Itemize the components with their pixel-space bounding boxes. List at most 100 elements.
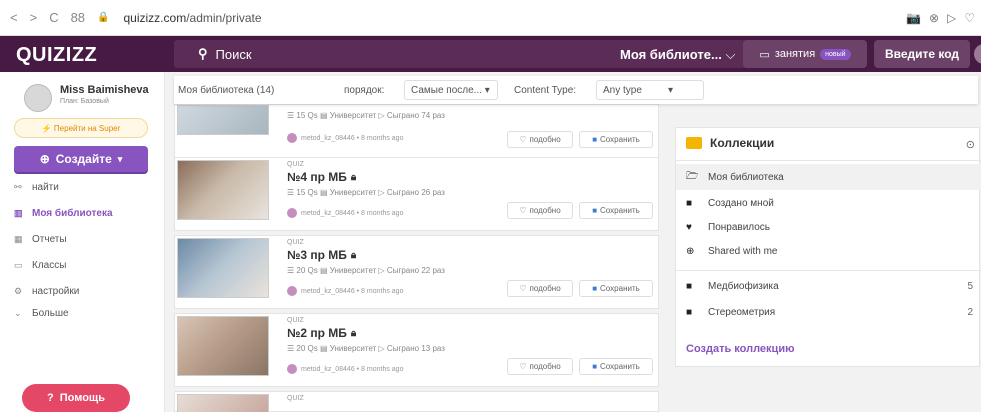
- quizizz-logo[interactable]: QUIZIZZ: [16, 44, 97, 67]
- sidebar-item-find[interactable]: ⚯ найти: [14, 182, 59, 193]
- gear-icon: ⚙: [14, 286, 23, 296]
- avatar[interactable]: [24, 84, 52, 112]
- upgrade-super-button[interactable]: ⚡ Перейти на Super: [14, 118, 148, 138]
- chevron-down-icon: ⌄: [14, 308, 22, 318]
- quiz-author: metod_kz_08446 • 8 months ago: [287, 208, 403, 218]
- save-label: Сохранить: [600, 284, 640, 293]
- upgrade-super-label: Перейти на Super: [53, 123, 121, 133]
- question-icon: ?: [47, 392, 54, 404]
- content-type-select[interactable]: Any type ▾: [596, 80, 704, 100]
- author-text: metod_kz_08446 • 8 months ago: [301, 209, 404, 217]
- like-button[interactable]: ♡ подобно: [507, 202, 573, 219]
- apps-grid-icon[interactable]: 88: [71, 10, 85, 25]
- reports-icon: ▦: [14, 234, 23, 244]
- heart-icon: ♥: [686, 221, 692, 233]
- user-name: Miss Baimisheva: [60, 84, 149, 96]
- collection-item-created-by-me[interactable]: ■ Создано мной: [676, 190, 981, 216]
- folder-icon: ■: [686, 197, 693, 209]
- browser-extension-icons: 📷 ⊗ ▷ ♡: [906, 11, 975, 25]
- like-label: подобно: [529, 206, 561, 215]
- collection-label: Понравилось: [708, 221, 771, 233]
- list-item[interactable]: QUIZ №3 пр МБ 🔒︎ ☰ 20 Qs ▤ Университет ▷ …: [174, 235, 659, 309]
- monitor-icon: ▭: [759, 48, 770, 61]
- author-text: metod_kz_08446 • 8 months ago: [301, 134, 404, 142]
- quiz-type: QUIZ: [287, 161, 304, 168]
- save-label: Сохранить: [600, 362, 640, 371]
- collections-panel: Коллекции ⊙ 🗁 Моя библиотека ■ Создано м…: [675, 127, 981, 367]
- sidebar-item-reports[interactable]: ▦ Отчеты: [14, 234, 67, 245]
- library-count: Моя библиотека (14): [178, 85, 275, 96]
- collection-label: Стереометрия: [708, 306, 776, 318]
- quiz-meta: ☰ 20 Qs ▤ Университет ▷ Сыграно 13 раз: [287, 344, 445, 353]
- like-button[interactable]: ♡ подобно: [507, 131, 573, 148]
- avatar: [287, 364, 297, 374]
- heart-icon[interactable]: ♡: [964, 11, 975, 25]
- collections-header: Коллекции: [686, 136, 774, 150]
- send-icon[interactable]: ▷: [947, 11, 956, 25]
- quiz-title[interactable]: №2 пр МБ 🔒︎: [287, 326, 356, 340]
- collection-label: Моя библиотека: [708, 171, 784, 183]
- collection-item-my-library[interactable]: 🗁 Моя библиотека: [676, 164, 981, 190]
- folder-icon: ■: [686, 280, 693, 292]
- list-icon: ☰: [287, 344, 295, 353]
- quiz-meta: ☰ 15 Qs ▤ Университет ▷ Сыграно 26 раз: [287, 188, 445, 197]
- quiz-thumbnail: [177, 316, 269, 376]
- create-collection-link[interactable]: Создать коллекцию: [686, 343, 794, 355]
- quiz-author: metod_kz_08446 • 8 months ago: [287, 133, 403, 143]
- like-button[interactable]: ♡ подобно: [507, 280, 573, 297]
- quiz-title-text: №3 пр МБ: [287, 248, 347, 262]
- list-item[interactable]: QUIZ №2 пр МБ 🔒︎ ☰ 20 Qs ▤ Университет ▷ …: [174, 313, 659, 387]
- list-icon: ☰: [287, 188, 295, 197]
- chevron-down-icon: ▾: [667, 85, 673, 96]
- search-label: Поиск: [215, 46, 252, 62]
- collection-item-medbiophysics[interactable]: ■ Медбиофизика 5: [676, 273, 981, 299]
- collection-item-liked[interactable]: ♥ Понравилось: [676, 214, 981, 240]
- camera-icon[interactable]: 📷: [906, 11, 921, 25]
- chevron-down-icon: ▾: [117, 153, 123, 164]
- forward-icon[interactable]: >: [30, 10, 38, 25]
- create-label: Создайте: [55, 152, 112, 166]
- quiz-meta-text: 15 Qs ▤ Университет ▷ Сыграно 74 раз: [296, 111, 445, 120]
- sidebar-item-classes[interactable]: ▭ Классы: [14, 260, 66, 271]
- library-selector[interactable]: Моя библиоте... ⌵: [620, 47, 735, 63]
- save-button[interactable]: ■ Сохранить: [579, 202, 653, 219]
- reload-icon[interactable]: C: [49, 10, 58, 25]
- folder-icon: ■: [592, 284, 598, 293]
- sidebar-item-settings[interactable]: ⚙ настройки: [14, 286, 79, 297]
- quiz-title[interactable]: №4 пр МБ 🔒︎: [287, 170, 356, 184]
- collection-item-shared[interactable]: ⊕ Shared with me: [676, 238, 981, 264]
- list-item[interactable]: QUIZ: [174, 391, 659, 412]
- address-bar[interactable]: quizizz.com/admin/private: [124, 11, 262, 25]
- profile-avatar[interactable]: [974, 44, 981, 64]
- help-button[interactable]: ? Помощь: [22, 384, 130, 412]
- collections-title: Коллекции: [710, 136, 775, 150]
- quiz-type: QUIZ: [287, 317, 304, 324]
- sidebar-item-more[interactable]: ⌄ Больше: [14, 308, 69, 319]
- quiz-meta: ☰ 20 Qs ▤ Университет ▷ Сыграно 22 раз: [287, 266, 445, 275]
- collapse-toggle-icon[interactable]: ⊙: [966, 138, 975, 151]
- list-item[interactable]: QUIZ №4 пр МБ 🔒︎ ☰ 15 Qs ▤ Университет ▷ …: [174, 157, 659, 231]
- quiz-meta-text: 15 Qs ▤ Университет ▷ Сыграно 26 раз: [296, 188, 445, 197]
- shield-icon[interactable]: ⊗: [929, 11, 939, 25]
- save-label: Сохранить: [600, 206, 640, 215]
- create-button[interactable]: ⊕ Создайте ▾: [14, 146, 148, 172]
- save-button[interactable]: ■ Сохранить: [579, 358, 653, 375]
- back-icon[interactable]: <: [10, 10, 18, 25]
- collection-item-stereometry[interactable]: ■ Стереометрия 2: [676, 299, 981, 325]
- heart-icon: ♡: [519, 284, 527, 293]
- sort-value: Самые после...: [411, 85, 483, 96]
- save-label: Сохранить: [600, 135, 640, 144]
- sort-select[interactable]: Самые после... ▾: [404, 80, 498, 100]
- lessons-button[interactable]: ▭ занятия новый: [743, 40, 867, 68]
- sidebar-item-my-library[interactable]: ▥ Моя библиотека: [14, 208, 113, 219]
- list-item[interactable]: ☰ 15 Qs ▤ Университет ▷ Сыграно 74 раз m…: [174, 104, 659, 158]
- save-button[interactable]: ■ Сохранить: [579, 131, 653, 148]
- chevron-down-icon: ▾: [484, 85, 490, 96]
- save-button[interactable]: ■ Сохранить: [579, 280, 653, 297]
- sort-label: порядок:: [344, 85, 385, 96]
- quiz-title[interactable]: №3 пр МБ 🔒︎: [287, 248, 356, 262]
- enter-code-button[interactable]: Введите код: [874, 40, 970, 68]
- like-button[interactable]: ♡ подобно: [507, 358, 573, 375]
- quiz-title-text: №2 пр МБ: [287, 326, 347, 340]
- library-selector-label: Моя библиоте...: [620, 47, 722, 62]
